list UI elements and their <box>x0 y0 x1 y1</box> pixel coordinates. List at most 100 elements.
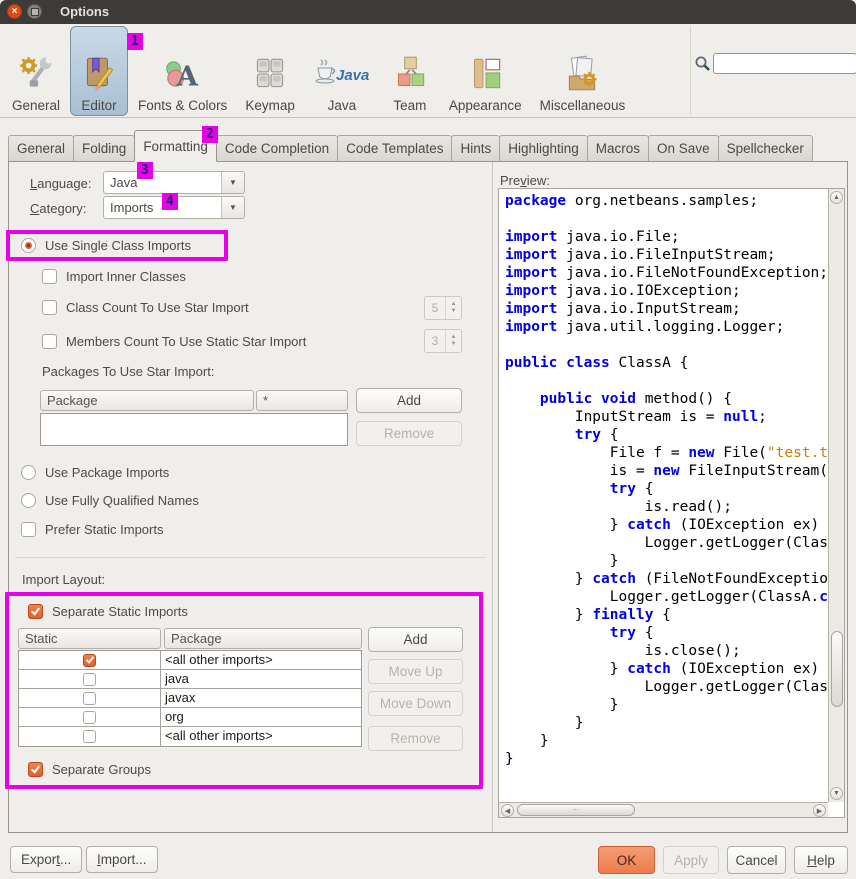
apply-button[interactable]: Apply <box>663 846 719 874</box>
category-label: Editor <box>81 98 116 113</box>
fonts-colors-icon: A <box>162 45 204 95</box>
window-close-icon[interactable]: × <box>7 4 22 19</box>
code-line <box>505 210 828 228</box>
editor-tabstrip: GeneralFoldingFormattingCode CompletionC… <box>8 130 850 162</box>
code-line: import java.util.logging.Logger; <box>505 318 828 336</box>
spinner-down-icon[interactable]: ▼ <box>451 341 457 348</box>
star-add-button[interactable]: Add <box>356 388 462 413</box>
category-general[interactable]: General <box>4 26 68 116</box>
export-button[interactable]: Export... <box>10 846 82 873</box>
code-line: } <box>505 696 828 714</box>
code-line: } finally { <box>505 606 828 624</box>
language-select[interactable]: Java ▼ <box>103 171 245 194</box>
use-package-imports-radio[interactable] <box>21 465 36 480</box>
code-line: Logger.getLogger(ClassA.class.getName())… <box>505 588 828 606</box>
code-line: } <box>505 552 828 570</box>
tab-on-save[interactable]: On Save <box>648 135 719 162</box>
keyboard-keys-icon <box>249 45 291 95</box>
spinner-up-icon[interactable]: ▲ <box>451 334 457 341</box>
import-inner-classes-checkbox[interactable] <box>42 269 57 284</box>
members-count-value: 3 <box>425 330 445 352</box>
gears-wrench-icon <box>15 45 57 95</box>
tab-code-templates[interactable]: Code Templates <box>337 135 452 162</box>
star-import-table[interactable] <box>40 413 348 446</box>
tab-code-completion[interactable]: Code Completion <box>216 135 338 162</box>
window-unmaximize-icon[interactable] <box>27 4 42 19</box>
search-icon <box>694 55 711 72</box>
category-miscellaneous[interactable]: Miscellaneous <box>532 26 634 116</box>
options-dialog: × Options General Editor AFonts & Colors Ke… <box>0 0 856 879</box>
code-line: Logger.getLogger(ClassA.class.getName())… <box>505 678 828 696</box>
use-fully-qualified-label: Use Fully Qualified Names <box>45 493 199 508</box>
packages-star-import-label: Packages To Use Star Import: <box>42 364 214 379</box>
members-count-spinner[interactable]: 3 ▲▼ <box>424 329 462 353</box>
spinner-arrows[interactable]: ▲▼ <box>445 297 461 319</box>
import-button[interactable]: Import... <box>86 846 158 873</box>
scroll-down-icon[interactable]: ▼ <box>830 787 843 800</box>
spinner-arrows[interactable]: ▲▼ <box>445 330 461 352</box>
code-line: is = new FileInputStream(f); <box>505 462 828 480</box>
tab-macros[interactable]: Macros <box>587 135 649 162</box>
code-line: try { <box>505 426 828 444</box>
code-line: } catch (IOException ex) { <box>505 660 828 678</box>
ok-button[interactable]: OK <box>598 846 655 874</box>
help-button[interactable]: Help <box>794 846 848 874</box>
search-input[interactable] <box>713 53 856 74</box>
misc-files-gear-icon <box>561 45 603 95</box>
code-line: package org.netbeans.samples; <box>505 192 828 210</box>
language-dropdown-button[interactable]: ▼ <box>221 172 244 193</box>
prefer-static-imports-checkbox[interactable] <box>21 522 36 537</box>
category-dropdown-button[interactable]: ▼ <box>221 197 244 218</box>
svg-text:A: A <box>175 61 198 93</box>
tab-highlighting[interactable]: Highlighting <box>499 135 588 162</box>
annotation-marker-2: 2 <box>202 126 218 143</box>
category-fonts-colors[interactable]: AFonts & Colors <box>130 26 235 116</box>
members-count-label: Members Count To Use Static Star Import <box>66 334 306 349</box>
category-label: Keymap <box>245 98 295 113</box>
category-appearance[interactable]: Appearance <box>441 26 530 116</box>
code-line: public void method() { <box>505 390 828 408</box>
category-keymap[interactable]: Keymap <box>237 26 303 116</box>
import-layout-label: Import Layout: <box>22 572 105 587</box>
class-count-spinner[interactable]: 5 ▲▼ <box>424 296 462 320</box>
tab-spellchecker[interactable]: Spellchecker <box>718 135 813 162</box>
titlebar: × Options <box>0 0 856 24</box>
tab-folding[interactable]: Folding <box>73 135 135 162</box>
star-remove-button[interactable]: Remove <box>356 421 462 446</box>
star-table-header-package[interactable]: Package <box>40 390 254 411</box>
class-count-checkbox[interactable] <box>42 300 57 315</box>
preview-pane: package org.netbeans.samples; import jav… <box>498 188 845 818</box>
horizontal-scroll-thumb[interactable]: ⋯ <box>517 804 635 816</box>
cancel-button[interactable]: Cancel <box>727 846 786 874</box>
category-java[interactable]: JavaJava <box>305 26 379 116</box>
scroll-right-icon[interactable]: ▶ <box>813 804 826 817</box>
tab-hints[interactable]: Hints <box>451 135 500 162</box>
members-count-checkbox[interactable] <box>42 334 57 349</box>
code-line: try { <box>505 624 828 642</box>
language-value: Java <box>104 172 221 193</box>
tab-general[interactable]: General <box>8 135 74 162</box>
editor-book-pencil-icon <box>78 45 120 95</box>
spinner-up-icon[interactable]: ▲ <box>451 301 457 308</box>
star-table-header-star[interactable]: * <box>256 390 348 411</box>
toolbar-separator <box>690 26 691 115</box>
code-line: } <box>505 732 828 750</box>
java-cup-icon: Java <box>313 45 371 95</box>
category-team[interactable]: Team <box>381 26 439 116</box>
scroll-up-icon[interactable]: ▲ <box>830 191 843 204</box>
language-label: Language: <box>30 176 91 191</box>
use-fully-qualified-radio[interactable] <box>21 493 36 508</box>
chevron-down-icon: ▼ <box>229 203 237 212</box>
vertical-scroll-thumb[interactable] <box>831 631 843 707</box>
horizontal-scrollbar[interactable]: ◀ ⋯ ▶ <box>499 802 828 817</box>
category-editor[interactable]: Editor <box>70 26 128 116</box>
code-line: InputStream is = null; <box>505 408 828 426</box>
spinner-down-icon[interactable]: ▼ <box>451 308 457 315</box>
vertical-scrollbar[interactable]: ▲ ▼ <box>828 189 844 802</box>
annotation-box-import-layout <box>5 592 483 789</box>
scroll-left-icon[interactable]: ◀ <box>501 804 514 817</box>
code-line: is.read(); <box>505 498 828 516</box>
code-line <box>505 336 828 354</box>
panel-divider <box>492 162 493 832</box>
code-line: import java.io.FileInputStream; <box>505 246 828 264</box>
